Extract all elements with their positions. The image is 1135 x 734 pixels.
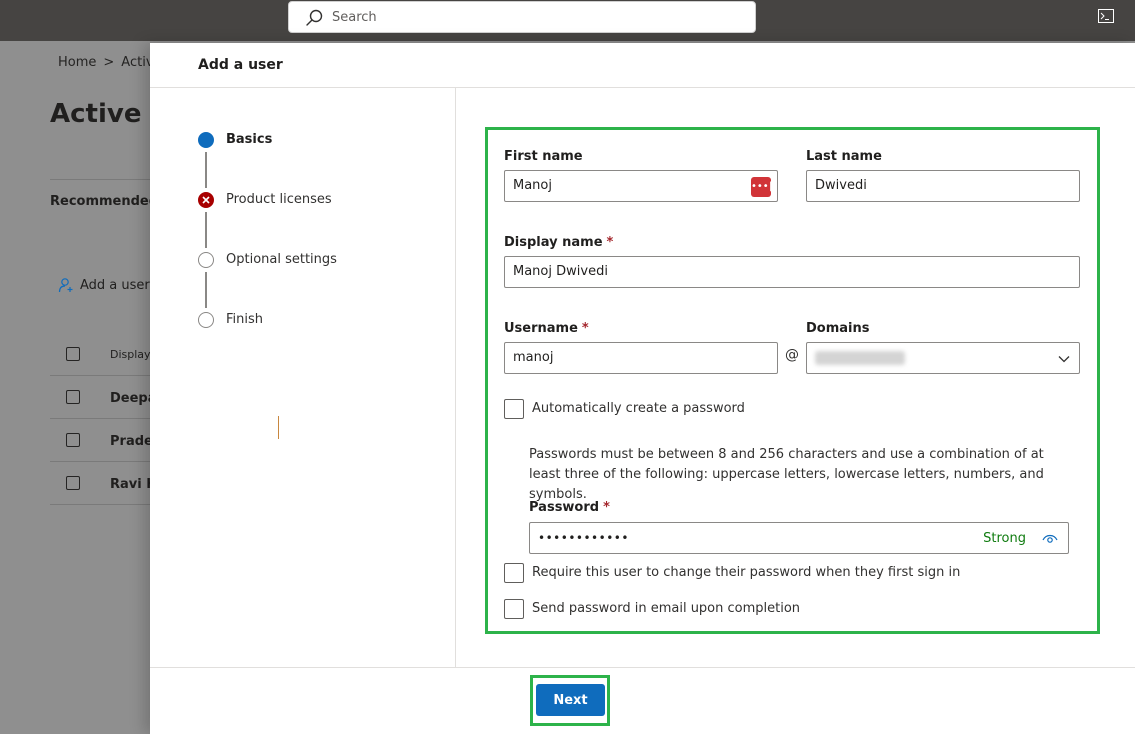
table-row-divider: [50, 461, 150, 462]
step-label: Finish: [226, 312, 264, 327]
first-name-value: Manoj: [513, 178, 552, 193]
add-user-label: Add a user: [80, 278, 150, 293]
chevron-down-icon: [1058, 356, 1070, 363]
step-label: Product licenses: [226, 192, 332, 207]
eye-icon[interactable]: [1042, 532, 1058, 544]
panel-title: Add a user: [198, 57, 283, 73]
required-marker: *: [606, 235, 614, 250]
error-icon: [198, 192, 214, 208]
tab-divider: [50, 179, 150, 180]
panel-header: Add a user: [150, 43, 1135, 88]
domains-dropdown[interactable]: [806, 342, 1080, 374]
username-label: Username *: [504, 321, 589, 336]
password-label: Password *: [529, 500, 610, 515]
text-cursor: [278, 416, 279, 439]
cloud-shell-icon[interactable]: [1098, 9, 1114, 23]
step-label: Optional settings: [226, 252, 337, 267]
step-label: Basics: [226, 132, 273, 147]
select-all-checkbox[interactable]: [66, 347, 80, 361]
send-email-label: Send password in email upon completion: [532, 601, 801, 616]
add-person-icon: [58, 278, 73, 293]
step-connector: [205, 212, 207, 248]
add-user-panel: Add a user Basics Product licenses Optio…: [150, 43, 1135, 734]
require-change-label: Require this user to change their passwo…: [532, 565, 961, 580]
breadcrumb-separator: >: [103, 55, 115, 70]
username-label-text: Username: [504, 321, 578, 336]
auto-password-label: Automatically create a password: [532, 401, 745, 416]
last-name-value: Dwivedi: [815, 178, 867, 193]
form-highlight: [485, 127, 1100, 634]
at-sign: @: [785, 347, 799, 363]
row-checkbox[interactable]: [66, 390, 80, 404]
row-checkbox[interactable]: [66, 433, 80, 447]
password-hint: Passwords must be between 8 and 256 char…: [529, 447, 1044, 502]
display-name-value: Manoj Dwivedi: [513, 264, 608, 279]
add-user-command[interactable]: Add a user: [58, 277, 150, 293]
step-pending-icon: [198, 312, 214, 328]
password-manager-icon[interactable]: •••|: [751, 177, 772, 197]
table-row-divider: [50, 504, 150, 505]
first-name-label: First name: [504, 149, 583, 164]
required-marker: *: [603, 500, 610, 515]
password-field[interactable]: •••••••••••• Strong: [529, 522, 1069, 554]
last-name-label: Last name: [806, 149, 882, 164]
display-name-label: Display name *: [504, 235, 613, 250]
breadcrumb-current[interactable]: Activ: [121, 55, 153, 70]
top-bar: Search: [0, 0, 1135, 41]
step-connector: [205, 272, 207, 308]
search-icon: [306, 9, 323, 26]
table-row-divider: [50, 375, 150, 376]
required-marker: *: [581, 321, 589, 336]
search-box[interactable]: Search: [288, 1, 756, 33]
domain-value-redacted: [815, 351, 905, 365]
breadcrumb-home[interactable]: Home: [58, 55, 96, 70]
next-button[interactable]: Next: [536, 684, 605, 716]
display-name-label-text: Display name: [504, 235, 603, 250]
tab-recommended[interactable]: Recommended: [50, 194, 158, 209]
password-label-text: Password: [529, 500, 600, 515]
auto-password-checkbox[interactable]: [504, 399, 524, 419]
breadcrumb: Home > Activ: [58, 55, 154, 70]
search-placeholder: Search: [332, 10, 377, 25]
username-value: manoj: [513, 350, 554, 365]
table-row-divider: [50, 418, 150, 419]
footer-divider: [150, 667, 1135, 668]
require-change-checkbox[interactable]: [504, 563, 524, 583]
panel-divider: [455, 88, 456, 667]
domains-label: Domains: [806, 321, 870, 336]
display-name-field[interactable]: Manoj Dwivedi: [504, 256, 1080, 288]
first-name-field[interactable]: Manoj •••|: [504, 170, 778, 202]
step-active-icon: [198, 132, 214, 148]
last-name-field[interactable]: Dwivedi: [806, 170, 1080, 202]
password-value: ••••••••••••: [538, 531, 629, 545]
send-email-checkbox[interactable]: [504, 599, 524, 619]
row-checkbox[interactable]: [66, 476, 80, 490]
step-pending-icon: [198, 252, 214, 268]
username-field[interactable]: manoj: [504, 342, 778, 374]
step-connector: [205, 152, 207, 188]
column-header-display: Display: [110, 348, 151, 361]
password-strength: Strong: [983, 531, 1026, 546]
